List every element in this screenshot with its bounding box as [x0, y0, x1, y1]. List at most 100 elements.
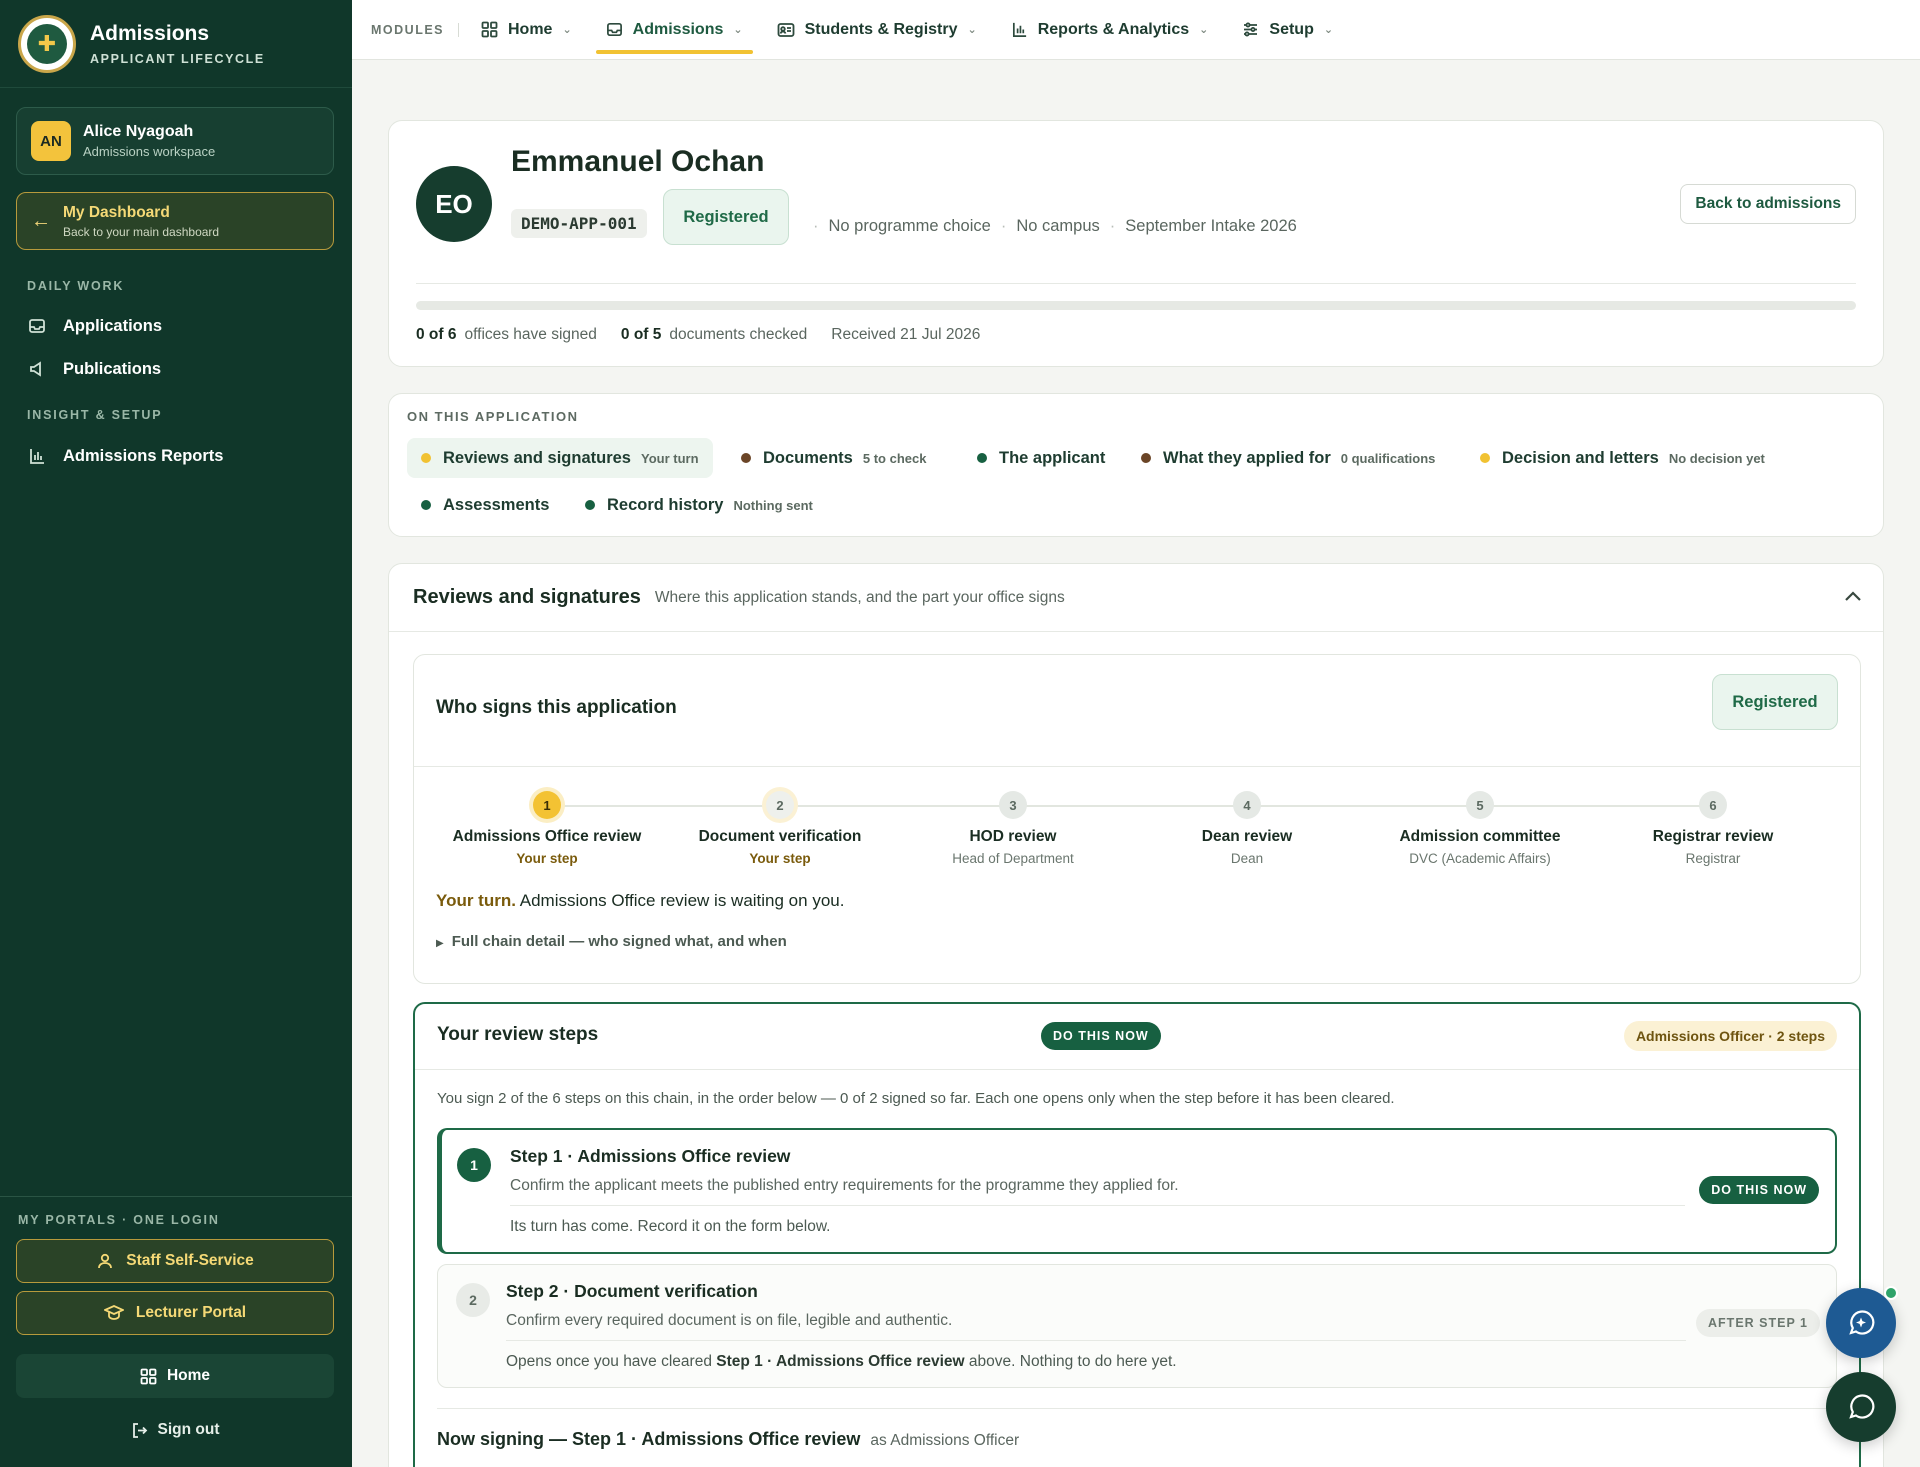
- chevron-down-icon: ⌄: [733, 24, 743, 36]
- chain-step: 5 Admission committee DVC (Academic Affa…: [1370, 791, 1590, 866]
- panel-subtitle: Where this application stands, and the p…: [654, 588, 1065, 606]
- divider: [437, 1408, 1837, 1409]
- step-note: Opens once you have cleared Step 1 · Adm…: [506, 1353, 1177, 1370]
- chain-step: 6 Registrar review Registrar: [1603, 791, 1823, 866]
- back-to-admissions-button[interactable]: Back to admissions: [1680, 184, 1856, 224]
- nav-reports-analytics[interactable]: Reports & Analytics ⌄: [999, 8, 1221, 52]
- step-role: Your step: [516, 851, 578, 866]
- status-badge: Registered: [663, 189, 789, 245]
- step-name: Registrar review: [1652, 828, 1774, 845]
- chip-reviews-and-signatures[interactable]: Reviews and signatures Your turn: [407, 438, 713, 478]
- sidebar-brand: ✚ Admissions APPLICANT LIFECYCLE: [0, 0, 352, 88]
- ai-assistant-button[interactable]: [1826, 1288, 1896, 1358]
- chip-record-history[interactable]: Record history Nothing sent: [571, 485, 827, 525]
- sidebar-item-applications[interactable]: Applications: [27, 316, 162, 336]
- step-name: HOD review: [969, 828, 1057, 845]
- chevron-up-icon[interactable]: [1843, 586, 1863, 609]
- portal-label: Lecturer Portal: [135, 1304, 247, 1321]
- turn-message: Your turn. Admissions Office review is w…: [436, 891, 845, 910]
- user-name: Alice Nyagoah: [83, 123, 194, 140]
- who-signs-title: Who signs this application: [436, 697, 677, 718]
- sign-out-icon: [131, 1422, 148, 1439]
- app-title: Admissions: [90, 21, 210, 45]
- my-dashboard-sublabel: Back to your main dashboard: [63, 224, 220, 239]
- grid-icon: [140, 1368, 157, 1385]
- nav-admissions[interactable]: Admissions ⌄: [594, 8, 755, 54]
- chat-button[interactable]: [1826, 1372, 1896, 1442]
- now-signing-heading: Now signing — Step 1 · Admissions Office…: [437, 1429, 1020, 1449]
- full-chain-detail-toggle[interactable]: ▶ Full chain detail — who signed what, an…: [436, 933, 787, 950]
- staff-self-service-button[interactable]: Staff Self-Service: [16, 1239, 334, 1283]
- step-name: Admission committee: [1399, 828, 1561, 845]
- chat-bubble-icon: [1849, 1394, 1875, 1419]
- step-number: 3: [999, 791, 1027, 819]
- my-dashboard-button[interactable]: ← My Dashboard Back to your main dashboa…: [16, 192, 334, 250]
- step-name: Dean review: [1201, 828, 1293, 845]
- sidebar-item-label: Applications: [63, 316, 163, 335]
- sidebar-divider: [0, 1196, 352, 1197]
- step-description: Confirm every required document is on fi…: [506, 1312, 953, 1329]
- sidebar-item-admissions-reports[interactable]: Admissions Reports: [27, 446, 223, 466]
- divider: [510, 1205, 1685, 1206]
- user-role: Admissions workspace: [83, 144, 216, 159]
- nav-setup[interactable]: Setup ⌄: [1230, 8, 1345, 52]
- review-step-1[interactable]: 1 Step 1 · Admissions Office review Conf…: [437, 1128, 1837, 1254]
- applicant-avatar: EO: [416, 166, 492, 242]
- grid-icon: [481, 21, 498, 38]
- chip-assessments[interactable]: Assessments: [407, 485, 563, 525]
- user-card[interactable]: AN Alice Nyagoah Admissions workspace: [16, 107, 334, 175]
- status-dot: [421, 500, 431, 510]
- graduation-cap-icon: [103, 1304, 124, 1322]
- campus: No campus: [1016, 217, 1100, 235]
- chip-documents[interactable]: Documents 5 to check: [727, 438, 940, 478]
- status-dot: [741, 453, 751, 463]
- step-number: 2: [766, 791, 794, 819]
- status-dot: [585, 500, 595, 510]
- chain-step: 2 Document verification Your step: [670, 791, 890, 866]
- step-role: Your step: [749, 851, 811, 866]
- megaphone-icon: [27, 359, 47, 379]
- your-review-steps-card: Your review steps DO THIS NOW Admissions…: [413, 1002, 1861, 1467]
- sign-out-button[interactable]: Sign out: [16, 1408, 334, 1452]
- sidebar-item-publications[interactable]: Publications: [27, 359, 161, 379]
- review-step-2: 2 Step 2 · Document verification Confirm…: [437, 1264, 1837, 1388]
- sidebar-home-button[interactable]: Home: [16, 1354, 334, 1398]
- sidebar-item-label: Admissions Reports: [63, 446, 224, 465]
- sign-out-label: Sign out: [157, 1421, 220, 1438]
- chip-decision-and-letters[interactable]: Decision and letters No decision yet: [1466, 438, 1779, 478]
- lecturer-portal-button[interactable]: Lecturer Portal: [16, 1291, 334, 1335]
- status-badge: Registered: [1712, 674, 1838, 730]
- step-name: Admissions Office review: [452, 828, 642, 845]
- chip-what-they-applied-for[interactable]: What they applied for 0 qualifications: [1127, 438, 1449, 478]
- chip-the-applicant[interactable]: The applicant: [963, 438, 1119, 478]
- nav-students-registry[interactable]: Students & Registry ⌄: [765, 8, 989, 52]
- chevron-down-icon: ⌄: [967, 24, 977, 36]
- nav-label: Setup: [1269, 20, 1314, 38]
- section-title: ON THIS APPLICATION: [407, 409, 579, 424]
- review-steps-intro: You sign 2 of the 6 steps on this chain,…: [437, 1090, 1395, 1107]
- chain-step: 3 HOD review Head of Department: [903, 791, 1123, 866]
- step-number: 6: [1699, 791, 1727, 819]
- nav-label: Students & Registry: [804, 20, 958, 38]
- programme-choice: No programme choice: [828, 217, 991, 235]
- bar-chart-icon: [1011, 21, 1028, 38]
- status-dot: [977, 453, 987, 463]
- who-signs-card: Who signs this application Registered 1 …: [413, 654, 1861, 984]
- modules-label: MODULES: [371, 22, 459, 37]
- on-this-application-card: ON THIS APPLICATION Reviews and signatur…: [388, 393, 1884, 537]
- offices-signed-stat: 0 of 6 offices have signed: [416, 326, 597, 343]
- application-reference: DEMO-APP-001: [511, 209, 647, 238]
- step-role: Dean: [1230, 851, 1264, 866]
- panel-title: Reviews and signatures: [413, 586, 641, 608]
- do-this-now-badge: DO THIS NOW: [1699, 1176, 1819, 1204]
- status-dot: [421, 453, 431, 463]
- do-this-now-badge: DO THIS NOW: [1041, 1022, 1161, 1050]
- panel-header[interactable]: Reviews and signatures Where this applic…: [389, 564, 1883, 632]
- who-signs-header: Who signs this application Registered: [414, 655, 1860, 767]
- chain-step: 4 Dean review Dean: [1137, 791, 1357, 866]
- step-number: 1: [533, 791, 561, 819]
- university-logo: ✚: [18, 14, 76, 73]
- application-stats: 0 of 6 offices have signed 0 of 5 document…: [416, 326, 980, 344]
- nav-home[interactable]: Home ⌄: [469, 8, 584, 52]
- sliders-icon: [1242, 21, 1259, 38]
